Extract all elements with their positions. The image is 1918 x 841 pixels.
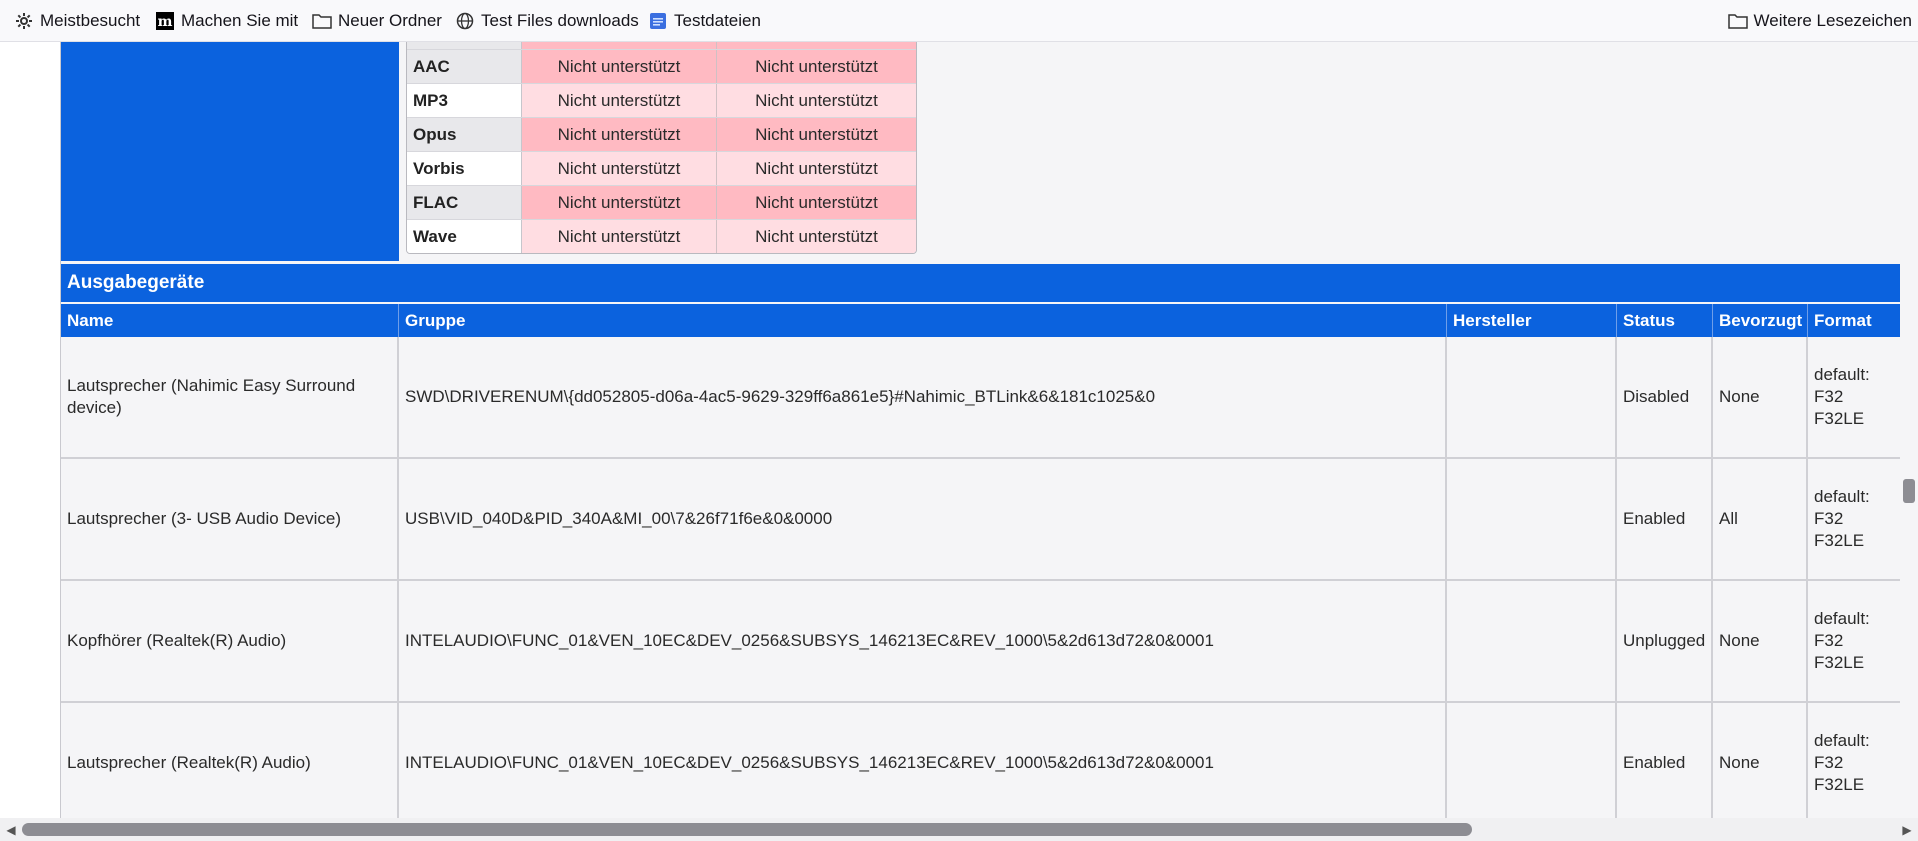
- device-group: INTELAUDIO\FUNC_01&VEN_10EC&DEV_0256&SUB…: [399, 581, 1447, 701]
- bookmark-neuer-ordner[interactable]: Neuer Ordner: [312, 0, 442, 42]
- codec-name: Wave: [407, 220, 522, 253]
- support-cell: Nicht unterstützt: [717, 50, 916, 83]
- support-cell: Nicht unterstützt: [717, 152, 916, 185]
- table-row: Opus Nicht unterstützt Nicht unterstützt: [407, 117, 916, 151]
- device-name: Kopfhörer (Realtek(R) Audio): [61, 581, 399, 701]
- support-cell: Nicht unterstützt: [717, 84, 916, 117]
- support-cell: Nicht unterstützt: [717, 118, 916, 151]
- bookmark-testdateien[interactable]: Testdateien: [648, 0, 761, 42]
- device-status: Enabled: [1617, 459, 1713, 579]
- bookmark-label: Weitere Lesezeichen: [1753, 11, 1912, 30]
- support-cell: Nicht unterstützt: [717, 220, 916, 253]
- bookmark-label: Neuer Ordner: [338, 11, 442, 30]
- scroll-right-arrow-icon[interactable]: ▶: [1896, 818, 1918, 841]
- column-header: Format: [1814, 310, 1872, 330]
- support-cell: Nicht unterstützt: [717, 186, 916, 219]
- table-row: MP3 Nicht unterstützt Nicht unterstützt: [407, 83, 916, 117]
- horizontal-scrollbar-thumb[interactable]: [22, 823, 1472, 836]
- support-cell: Nicht unterstützt: [522, 220, 717, 253]
- device-vendor: [1447, 459, 1617, 579]
- device-group: SWD\DRIVERENUM\{dd052805-d06a-4ac5-9629-…: [399, 337, 1447, 457]
- codec-name: Vorbis: [407, 152, 522, 185]
- column-header: Gruppe: [399, 304, 1447, 337]
- table-row: AAC Nicht unterstützt Nicht unterstützt: [407, 49, 916, 83]
- support-cell: Nicht unterstützt: [522, 84, 717, 117]
- vertical-scrollbar-thumb[interactable]: [1903, 479, 1915, 503]
- page-icon: [648, 11, 668, 31]
- scroll-left-arrow-icon[interactable]: ◀: [0, 818, 22, 841]
- support-cell: Nicht unterstützt: [522, 186, 717, 219]
- device-name: Lautsprecher (Realtek(R) Audio): [61, 703, 399, 818]
- support-cell: Nicht unterstützt: [522, 152, 717, 185]
- bookmark-meistbesucht[interactable]: Meistbesucht: [14, 0, 140, 42]
- horizontal-scrollbar[interactable]: ◀ ▶: [0, 818, 1918, 841]
- support-cell: Nicht unterstützt: [522, 118, 717, 151]
- device-name: Lautsprecher (3- USB Audio Device): [61, 459, 399, 579]
- device-name: Lautsprecher (Nahimic Easy Surround devi…: [61, 337, 399, 457]
- column-header: Status: [1617, 304, 1713, 337]
- folder-icon: [1727, 11, 1748, 31]
- bookmark-label: Meistbesucht: [40, 11, 141, 30]
- device-group: INTELAUDIO\FUNC_01&VEN_10EC&DEV_0256&SUB…: [399, 703, 1447, 818]
- report-panel: AAC Nicht unterstützt Nicht unterstützt …: [60, 42, 1900, 818]
- device-preferred: None: [1713, 581, 1808, 701]
- device-format: default: F32 F32LE: [1814, 365, 1870, 428]
- device-format: default: F32 F32LE: [1814, 487, 1870, 550]
- bookmark-label: Test Files downloads: [481, 11, 639, 30]
- codec-support-table: AAC Nicht unterstützt Nicht unterstützt …: [406, 42, 917, 254]
- bookmarks-toolbar: Meistbesucht m Machen Sie mit Neuer Ordn…: [0, 0, 1918, 42]
- device-group: USB\VID_040D&PID_340A&MI_00\7&26f71f6e&0…: [399, 459, 1447, 579]
- table-row: FLAC Nicht unterstützt Nicht unterstützt: [407, 185, 916, 219]
- section-title: Ausgabegeräte: [61, 264, 1900, 302]
- page-content: AAC Nicht unterstützt Nicht unterstützt …: [0, 42, 1900, 818]
- table-row: Lautsprecher (3- USB Audio Device) USB\V…: [61, 459, 1900, 581]
- codec-name: MP3: [407, 84, 522, 117]
- table-row: Vorbis Nicht unterstützt Nicht unterstüt…: [407, 151, 916, 185]
- folder-icon: [312, 11, 332, 31]
- table-row: [407, 42, 916, 49]
- gear-icon: [14, 11, 34, 31]
- table-row: Kopfhörer (Realtek(R) Audio) INTELAUDIO\…: [61, 581, 1900, 703]
- bookmark-label: Testdateien: [674, 11, 761, 30]
- device-vendor: [1447, 703, 1617, 818]
- table-header-row: Name Gruppe Hersteller Status Bevorzugt …: [61, 304, 1900, 337]
- device-preferred: All: [1713, 459, 1808, 579]
- device-vendor: [1447, 337, 1617, 457]
- bookmark-weitere-lesezeichen[interactable]: Weitere Lesezeichen: [1727, 0, 1912, 42]
- support-cell: Nicht unterstützt: [522, 50, 717, 83]
- table-row: Wave Nicht unterstützt Nicht unterstützt: [407, 219, 916, 253]
- device-status: Disabled: [1617, 337, 1713, 457]
- codec-name: AAC: [407, 50, 522, 83]
- bookmark-label: Machen Sie mit: [181, 11, 299, 30]
- device-format: default: F32 F32LE: [1814, 609, 1870, 672]
- device-preferred: None: [1713, 337, 1808, 457]
- column-header: Name: [61, 304, 399, 337]
- device-status: Enabled: [1617, 703, 1713, 818]
- device-preferred: None: [1713, 703, 1808, 818]
- column-header: Hersteller: [1447, 304, 1617, 337]
- device-format: default: F32 F32LE: [1814, 731, 1870, 794]
- bookmark-test-files-downloads[interactable]: Test Files downloads: [455, 0, 639, 42]
- codec-name: Opus: [407, 118, 522, 151]
- globe-icon: [455, 11, 475, 31]
- output-devices-table: Lautsprecher (Nahimic Easy Surround devi…: [61, 337, 1900, 818]
- mozilla-m-icon: m: [155, 11, 175, 31]
- codec-section-label: [61, 42, 399, 261]
- device-vendor: [1447, 581, 1617, 701]
- table-row: Lautsprecher (Realtek(R) Audio) INTELAUD…: [61, 703, 1900, 818]
- svg-text:m: m: [158, 14, 173, 30]
- bookmark-machen-sie-mit[interactable]: m Machen Sie mit: [155, 0, 298, 42]
- vertical-scrollbar[interactable]: [1900, 42, 1918, 818]
- column-header: Bevorzugt: [1713, 304, 1808, 337]
- codec-name: FLAC: [407, 186, 522, 219]
- device-status: Unplugged: [1617, 581, 1713, 701]
- table-row: Lautsprecher (Nahimic Easy Surround devi…: [61, 337, 1900, 459]
